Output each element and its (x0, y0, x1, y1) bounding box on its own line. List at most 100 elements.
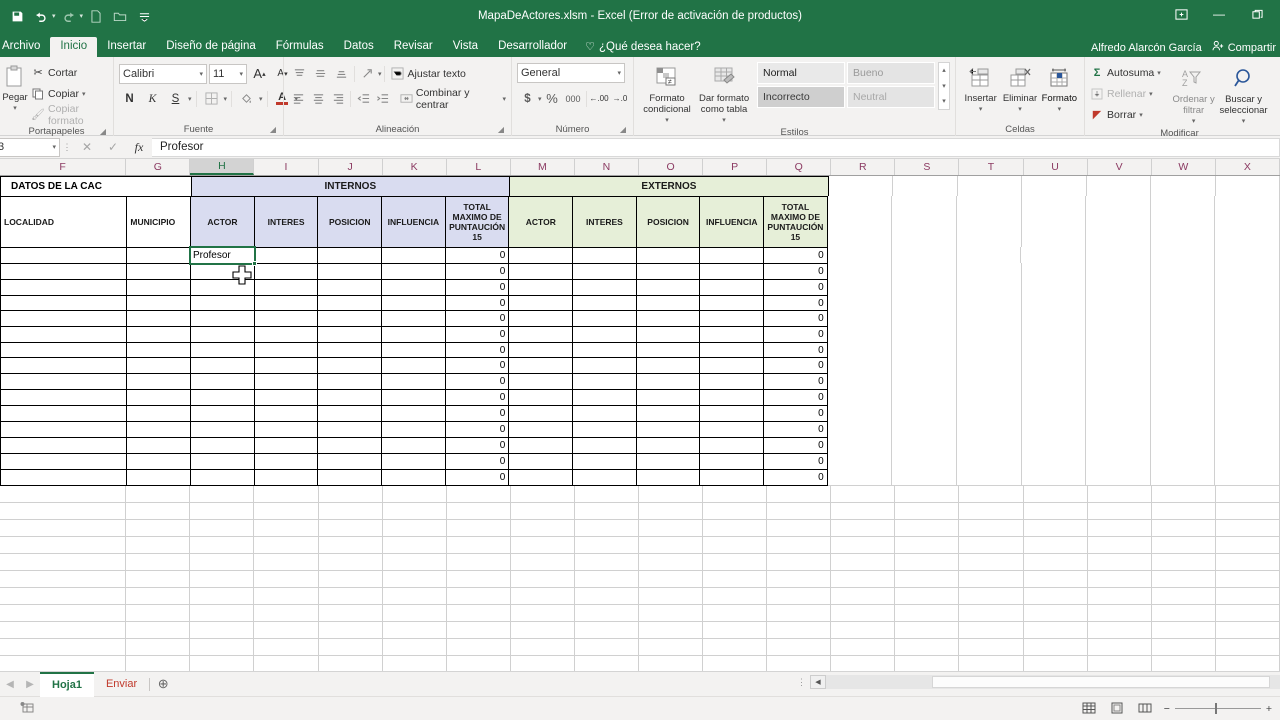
horizontal-scroll-thumb[interactable] (932, 676, 1270, 688)
cell-int_actor[interactable] (189, 342, 255, 358)
delete-cells-dropdown-icon[interactable]: ▾ (1018, 104, 1022, 115)
cell-int_interes[interactable] (253, 453, 319, 470)
cell-F[interactable] (0, 639, 127, 656)
cell-W17[interactable] (1150, 469, 1216, 486)
cell-P[interactable] (703, 588, 768, 605)
cell-T[interactable] (959, 605, 1024, 622)
name-box-dropdown-icon[interactable]: ▾ (52, 143, 56, 151)
gallery-expand-icon[interactable]: ▾ (939, 94, 949, 109)
cell-J[interactable] (318, 571, 383, 588)
cell-L[interactable] (446, 571, 511, 588)
cell-int_total[interactable]: 0 (444, 263, 510, 280)
gallery-scroll-up-icon[interactable]: ▴ (939, 63, 949, 78)
cell-X1[interactable] (1215, 176, 1280, 197)
cell-int_posicion[interactable] (317, 469, 382, 486)
cell-T[interactable] (959, 622, 1024, 639)
font-name-combo[interactable]: Calibri ▾ (119, 63, 207, 84)
cell-R[interactable] (831, 503, 896, 520)
cell-P[interactable] (703, 622, 768, 639)
cell-W[interactable] (1151, 639, 1216, 656)
page-layout-view-icon[interactable] (1108, 701, 1126, 717)
cell-V2[interactable] (1086, 196, 1151, 248)
cell-municipio[interactable] (126, 295, 191, 311)
cell-V[interactable] (1087, 639, 1152, 656)
orientation-button[interactable] (357, 63, 378, 84)
cell-R1[interactable] (828, 176, 894, 197)
cell-municipio[interactable] (126, 469, 191, 486)
cell-U3[interactable] (1021, 247, 1087, 264)
cell-localidad[interactable] (0, 295, 128, 311)
column-header-K[interactable]: K (382, 159, 447, 175)
paste-button[interactable]: Pegar ▾ (0, 60, 31, 114)
cell-municipio[interactable] (126, 405, 191, 422)
cell-ext_influencia[interactable] (699, 263, 764, 280)
cell-styles-scroll[interactable]: ▴ ▾ ▾ (938, 62, 950, 110)
cell-ext_actor[interactable] (508, 437, 573, 454)
wrap-text-button[interactable]: Ajustar texto (391, 63, 466, 84)
cell-O[interactable] (638, 503, 704, 520)
cell-J[interactable] (318, 503, 383, 520)
cell-X17[interactable] (1215, 469, 1280, 486)
cell-int_influencia[interactable] (380, 405, 446, 422)
cell-ext_posicion[interactable] (635, 437, 701, 454)
cell-municipio[interactable] (126, 326, 191, 343)
cell-U17[interactable] (1021, 469, 1087, 486)
cell-S16[interactable] (892, 453, 957, 470)
cell-U[interactable] (1023, 520, 1088, 537)
cell-O[interactable] (638, 554, 704, 571)
cell-style-neutral[interactable]: Neutral (847, 86, 935, 108)
cell-localidad[interactable] (0, 357, 128, 374)
cell-S6[interactable] (892, 295, 957, 311)
cell-M[interactable] (510, 588, 575, 605)
cell-G[interactable] (126, 656, 191, 671)
comma-style-button[interactable]: 000 (563, 88, 584, 109)
cell-G[interactable] (126, 571, 191, 588)
cell-P[interactable] (703, 503, 768, 520)
cell-F[interactable] (0, 656, 127, 671)
cell-H[interactable] (190, 503, 255, 520)
cell-S[interactable] (895, 605, 960, 622)
cell-M[interactable] (510, 605, 575, 622)
cell-U1[interactable] (1022, 176, 1087, 197)
cell-X2[interactable] (1215, 196, 1280, 248)
cell-T13[interactable] (956, 405, 1022, 422)
cell-municipio[interactable] (126, 373, 191, 390)
cell-J[interactable] (318, 656, 383, 671)
header-municipio[interactable]: MUNICIPIO (126, 196, 192, 248)
cell-int_influencia[interactable] (380, 469, 446, 486)
sort-filter-dropdown-icon[interactable]: ▾ (1192, 116, 1196, 127)
share-button[interactable]: Compartir (1212, 40, 1276, 55)
cell-L[interactable] (446, 486, 511, 503)
cell-H[interactable] (190, 656, 255, 671)
cell-X[interactable] (1215, 571, 1280, 588)
cell-ext_total[interactable]: 0 (762, 295, 828, 311)
cell-R[interactable] (831, 486, 896, 503)
header-localidad[interactable]: LOCALIDAD (0, 196, 128, 248)
cell-I[interactable] (254, 554, 319, 571)
cell-U4[interactable] (1021, 263, 1087, 280)
cell-W[interactable] (1151, 554, 1216, 571)
cell-H[interactable] (190, 588, 255, 605)
cell-ext_influencia[interactable] (699, 357, 764, 374)
alignment-dialog-launcher[interactable]: ◢ (498, 123, 504, 136)
cell-ext_actor[interactable] (508, 342, 573, 358)
cell-N[interactable] (574, 622, 639, 639)
cell-ext_total[interactable]: 0 (762, 247, 828, 264)
cell-int_influencia[interactable] (380, 263, 446, 280)
cell-int_actor[interactable] (189, 389, 255, 406)
cell-R[interactable] (831, 537, 896, 554)
header-externos-total[interactable]: TOTAL MAXIMO DE PUNTAUCIÓN 15 (763, 196, 828, 248)
cell-T3[interactable] (956, 247, 1022, 264)
zoom-slider[interactable]: − + (1164, 703, 1272, 715)
cell-ext_total[interactable]: 0 (762, 405, 828, 422)
cell-R[interactable] (831, 639, 896, 656)
cell-R9[interactable] (827, 342, 893, 358)
cell-S[interactable] (895, 622, 960, 639)
cell-X9[interactable] (1215, 342, 1280, 358)
cell-P[interactable] (703, 605, 768, 622)
horizontal-scroll-track[interactable]: ◀ (810, 675, 1280, 689)
cell-K[interactable] (382, 486, 447, 503)
cell-K[interactable] (382, 622, 447, 639)
cell-municipio[interactable] (126, 357, 191, 374)
cell-Q[interactable] (767, 656, 832, 671)
